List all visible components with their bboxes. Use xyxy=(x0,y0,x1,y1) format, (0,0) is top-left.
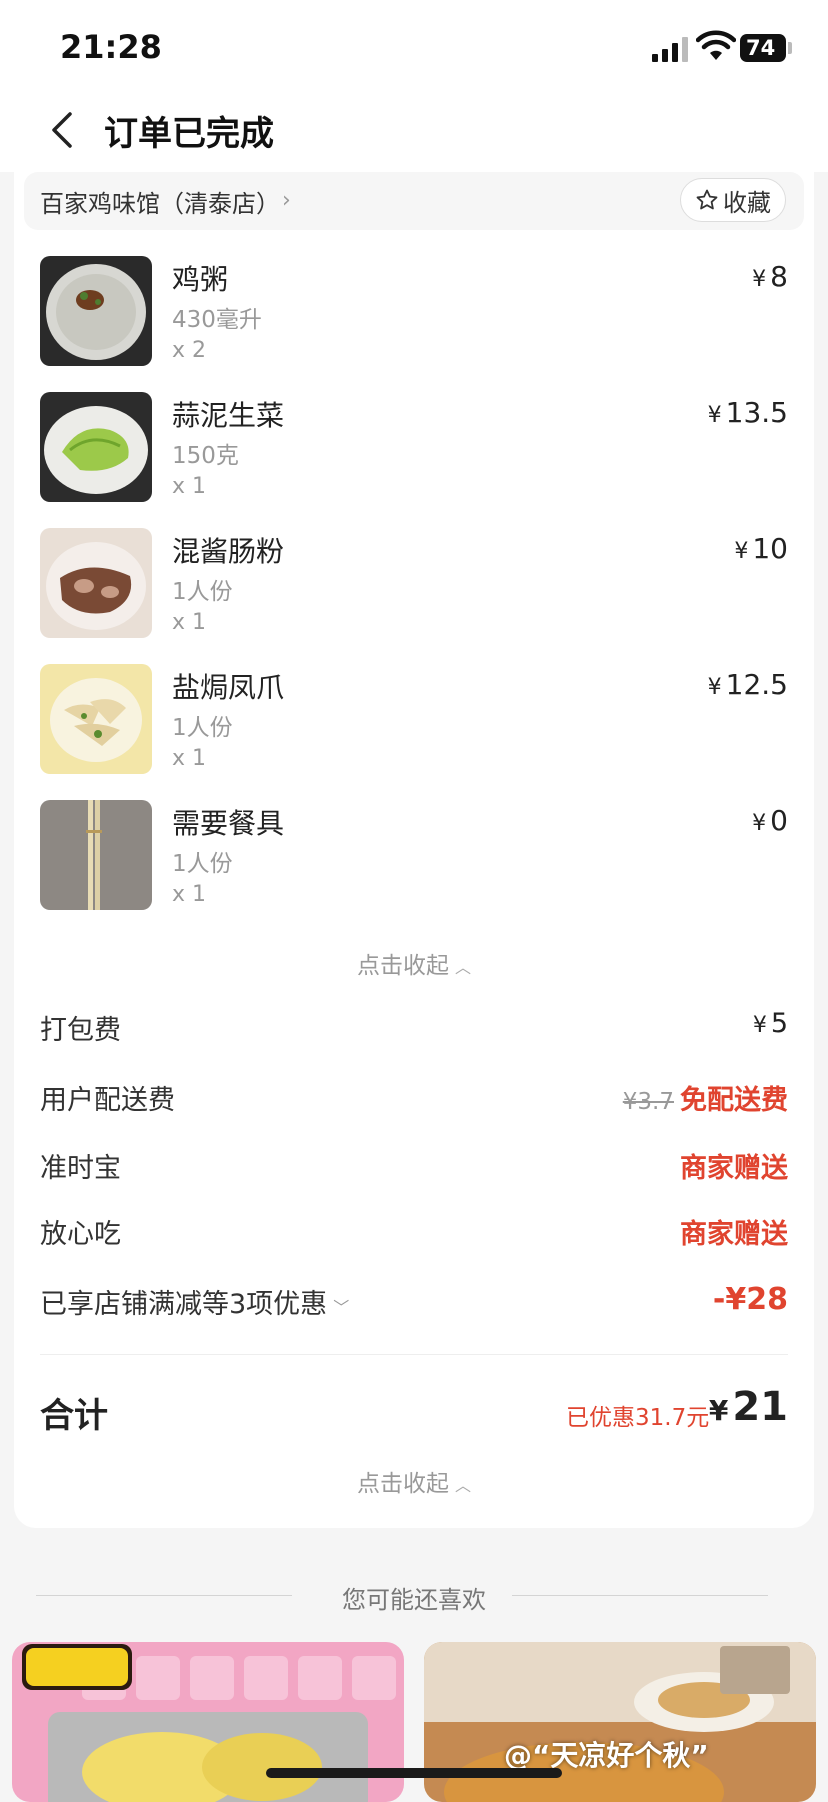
chevron-up-icon: ︿ xyxy=(454,1476,471,1495)
fee-row-ontime: 准时宝 商家赠送 xyxy=(40,1146,788,1186)
item-qty: x 1 xyxy=(172,474,207,499)
back-icon[interactable] xyxy=(44,110,84,150)
star-icon xyxy=(696,189,718,210)
item-image xyxy=(40,800,152,910)
order-item: 蒜泥生菜 150克 x 1 ¥13.5 xyxy=(0,392,828,504)
currency-symbol: ¥ xyxy=(708,1394,729,1427)
currency-symbol: ¥ xyxy=(707,675,722,700)
order-item: 盐焗凤爪 1人份 x 1 ¥12.5 xyxy=(0,664,828,776)
chevron-up-icon: ︿ xyxy=(454,958,471,977)
item-image xyxy=(40,528,152,638)
item-price: ¥8 xyxy=(752,260,788,293)
currency-symbol: ¥ xyxy=(752,267,767,292)
total-saved: 已优惠31.7元 xyxy=(566,1405,710,1431)
favorite-label: 收藏 xyxy=(723,188,771,217)
currency-symbol: ¥ xyxy=(752,811,767,836)
fee-value: ¥5 xyxy=(753,1008,788,1039)
item-name: 盐焗凤爪 xyxy=(172,671,285,704)
promo-card-durian[interactable] xyxy=(12,1642,404,1802)
fee-row-packing: 打包费 ¥5 xyxy=(40,1008,788,1048)
favorite-button[interactable]: 收藏 xyxy=(680,178,786,222)
item-price-value: 13.5 xyxy=(725,396,788,429)
discount-label-text: 已享店铺满减等3项优惠 xyxy=(40,1289,328,1320)
item-price-value: 0 xyxy=(770,804,788,837)
signal-icon xyxy=(652,36,688,62)
packing-fee-value: 5 xyxy=(770,1008,788,1039)
item-image xyxy=(40,664,152,774)
item-qty: x 1 xyxy=(172,882,207,907)
fee-label: 打包费 xyxy=(40,1015,121,1046)
fee-label: 放心吃 xyxy=(40,1219,121,1250)
fee-row-safe: 放心吃 商家赠送 xyxy=(40,1212,788,1252)
item-spec: 1人份 xyxy=(172,579,233,605)
fee-label: 用户配送费 xyxy=(40,1085,175,1116)
home-indicator[interactable] xyxy=(266,1768,562,1778)
item-price: ¥12.5 xyxy=(708,668,788,701)
item-qty: x 2 xyxy=(172,338,207,363)
item-name: 混酱肠粉 xyxy=(172,535,285,568)
item-name: 蒜泥生菜 xyxy=(172,399,285,432)
item-name: 鸡粥 xyxy=(172,263,229,296)
collapse-items-button[interactable]: 点击收起 ︿ xyxy=(0,946,828,980)
discount-label[interactable]: 已享店铺满减等3项优惠 ﹀ xyxy=(40,1282,349,1321)
delivery-fee-value: 免配送费 xyxy=(680,1085,788,1116)
battery-tip xyxy=(788,42,792,54)
item-qty: x 1 xyxy=(172,610,207,635)
item-price: ¥0 xyxy=(752,804,788,837)
shop-name[interactable]: 百家鸡味馆（清泰店） xyxy=(40,184,280,219)
currency-symbol: ¥ xyxy=(734,539,749,564)
discount-value: -¥28 xyxy=(712,1282,788,1317)
item-qty: x 1 xyxy=(172,746,207,771)
fee-row-delivery: 用户配送费 ¥3.7 免配送费 xyxy=(40,1078,788,1118)
status-time: 21:28 xyxy=(60,28,162,66)
chevron-down-icon: ﹀ xyxy=(333,1298,350,1317)
currency-symbol: ¥ xyxy=(752,1013,767,1038)
fee-label: 准时宝 xyxy=(40,1153,121,1184)
item-price-value: 12.5 xyxy=(725,668,788,701)
item-spec: 430毫升 xyxy=(172,307,262,333)
promo-card-chicken[interactable] xyxy=(424,1642,816,1802)
safe-value: 商家赠送 xyxy=(680,1219,788,1250)
battery-icon: 74 xyxy=(740,34,786,62)
item-name: 需要餐具 xyxy=(172,807,285,840)
item-price: ¥13.5 xyxy=(708,396,788,429)
total-amount: 21 xyxy=(732,1384,788,1430)
divider xyxy=(40,1354,788,1355)
item-spec: 150克 xyxy=(172,443,239,469)
currency-symbol: ¥ xyxy=(707,403,722,428)
ontime-value: 商家赠送 xyxy=(680,1153,788,1184)
item-price-value: 8 xyxy=(770,260,788,293)
page-title: 订单已完成 xyxy=(104,114,274,154)
fee-value: ¥3.7 免配送费 xyxy=(623,1078,788,1117)
item-spec: 1人份 xyxy=(172,851,233,877)
item-image xyxy=(40,392,152,502)
wifi-icon xyxy=(696,30,736,60)
order-item: 混酱肠粉 1人份 x 1 ¥10 xyxy=(0,528,828,640)
fee-row-discount[interactable]: 已享店铺满减等3项优惠 ﹀ -¥28 xyxy=(40,1282,788,1322)
collapse-label: 点击收起 xyxy=(356,1471,449,1497)
item-spec: 1人份 xyxy=(172,715,233,741)
collapse-label: 点击收起 xyxy=(356,953,449,979)
order-item: 需要餐具 1人份 x 1 ¥0 xyxy=(0,800,828,912)
recommend-title: 您可能还喜欢 xyxy=(342,1586,486,1614)
item-price-value: 10 xyxy=(752,532,788,565)
item-image xyxy=(40,256,152,366)
collapse-details-button[interactable]: 点击收起 ︿ xyxy=(0,1464,828,1498)
order-item: 鸡粥 430毫升 x 2 ¥8 xyxy=(0,256,828,368)
chevron-right-icon: › xyxy=(282,188,291,213)
total-label: 合计 xyxy=(40,1396,108,1436)
total-value: ¥21 xyxy=(709,1384,788,1430)
item-price: ¥10 xyxy=(734,532,788,565)
original-delivery-fee: ¥3.7 xyxy=(622,1089,674,1115)
